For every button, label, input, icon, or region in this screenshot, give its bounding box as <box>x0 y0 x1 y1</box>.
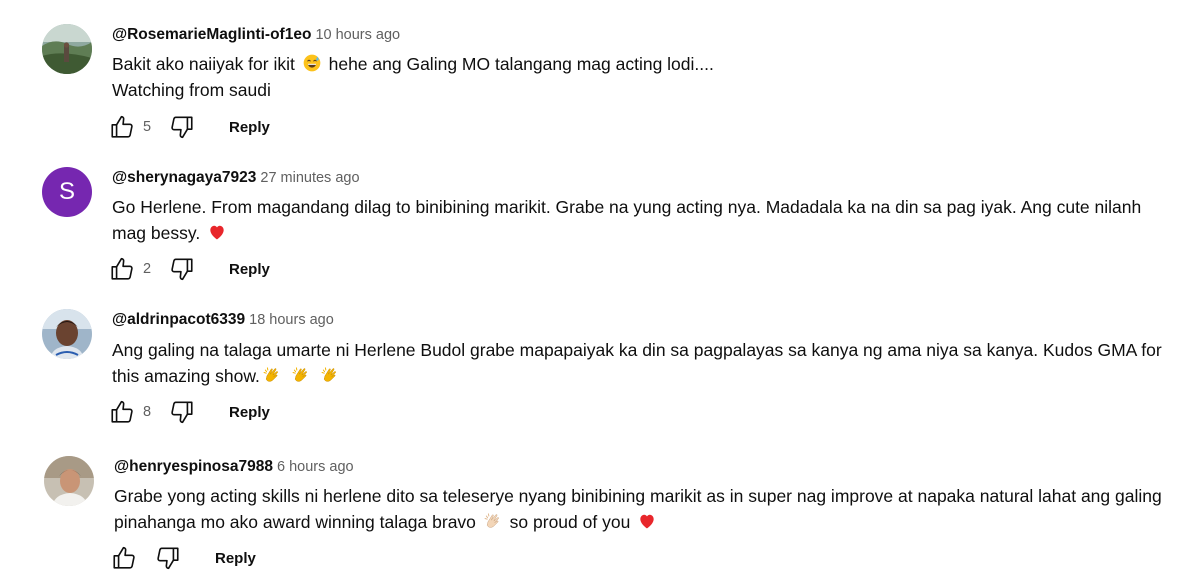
photo-avatar-person-icon <box>44 456 94 506</box>
clapping-hands-emoji-icon <box>291 365 311 385</box>
like-count: 5 <box>143 119 152 135</box>
avatar[interactable] <box>44 456 94 506</box>
thumbs-up-icon[interactable] <box>109 399 135 425</box>
comment-author[interactable]: @henryespinosa7988 <box>114 458 273 475</box>
red-heart-emoji-icon <box>637 511 657 531</box>
like-count: 2 <box>143 261 152 277</box>
reply-button[interactable]: Reply <box>215 550 256 567</box>
red-heart-emoji-icon <box>207 222 227 242</box>
clapping-hands-emoji-icon <box>262 365 282 385</box>
thumbs-up-icon[interactable] <box>109 114 135 140</box>
comment-author[interactable]: @sherynagaya7923 <box>112 169 256 186</box>
comment-timestamp[interactable]: 10 hours ago <box>315 27 400 43</box>
grinning-sweat-emoji-icon <box>302 53 322 73</box>
photo-avatar-person-icon <box>42 309 92 359</box>
avatar[interactable] <box>42 309 92 359</box>
thumbs-up-icon[interactable] <box>111 545 137 571</box>
comment-actions: Reply <box>111 543 256 573</box>
clapping-hands-emoji-icon <box>483 511 503 531</box>
comment-text: Grabe yong acting skills ni herlene dito… <box>114 486 1162 532</box>
photo-avatar-landscape-icon <box>42 24 92 74</box>
comment-actions: 8 Reply <box>109 397 270 427</box>
reply-button[interactable]: Reply <box>229 404 270 421</box>
thumbs-down-icon[interactable] <box>169 399 195 425</box>
comment-timestamp[interactable]: 27 minutes ago <box>260 170 359 186</box>
thumbs-down-icon[interactable] <box>155 545 181 571</box>
reply-button[interactable]: Reply <box>229 119 270 136</box>
like-count: 8 <box>143 404 152 420</box>
comment-author[interactable]: @aldrinpacot6339 <box>112 311 245 328</box>
comment-actions: 2 Reply <box>109 254 270 284</box>
avatar[interactable]: S <box>42 167 92 217</box>
reply-button[interactable]: Reply <box>229 261 270 278</box>
avatar[interactable] <box>42 24 92 74</box>
comment-text: Go Herlene. From magandang dilag to bini… <box>112 197 1142 243</box>
thumbs-down-icon[interactable] <box>169 256 195 282</box>
avatar-letter: S <box>58 178 75 205</box>
clapping-hands-emoji-icon <box>320 365 340 385</box>
comment-text: Ang galing na talaga umarte ni Herlene B… <box>112 340 1162 386</box>
thumbs-up-icon[interactable] <box>109 256 135 282</box>
comment-text: Bakit ako naiiyak for ikit hehe ang Gali… <box>112 53 714 100</box>
comment-actions: 5 Reply <box>109 112 270 142</box>
comment-timestamp[interactable]: 6 hours ago <box>277 459 354 475</box>
comment-author[interactable]: @RosemarieMaglinti-of1eo <box>112 26 311 43</box>
comment-timestamp[interactable]: 18 hours ago <box>249 312 334 328</box>
thumbs-down-icon[interactable] <box>169 114 195 140</box>
